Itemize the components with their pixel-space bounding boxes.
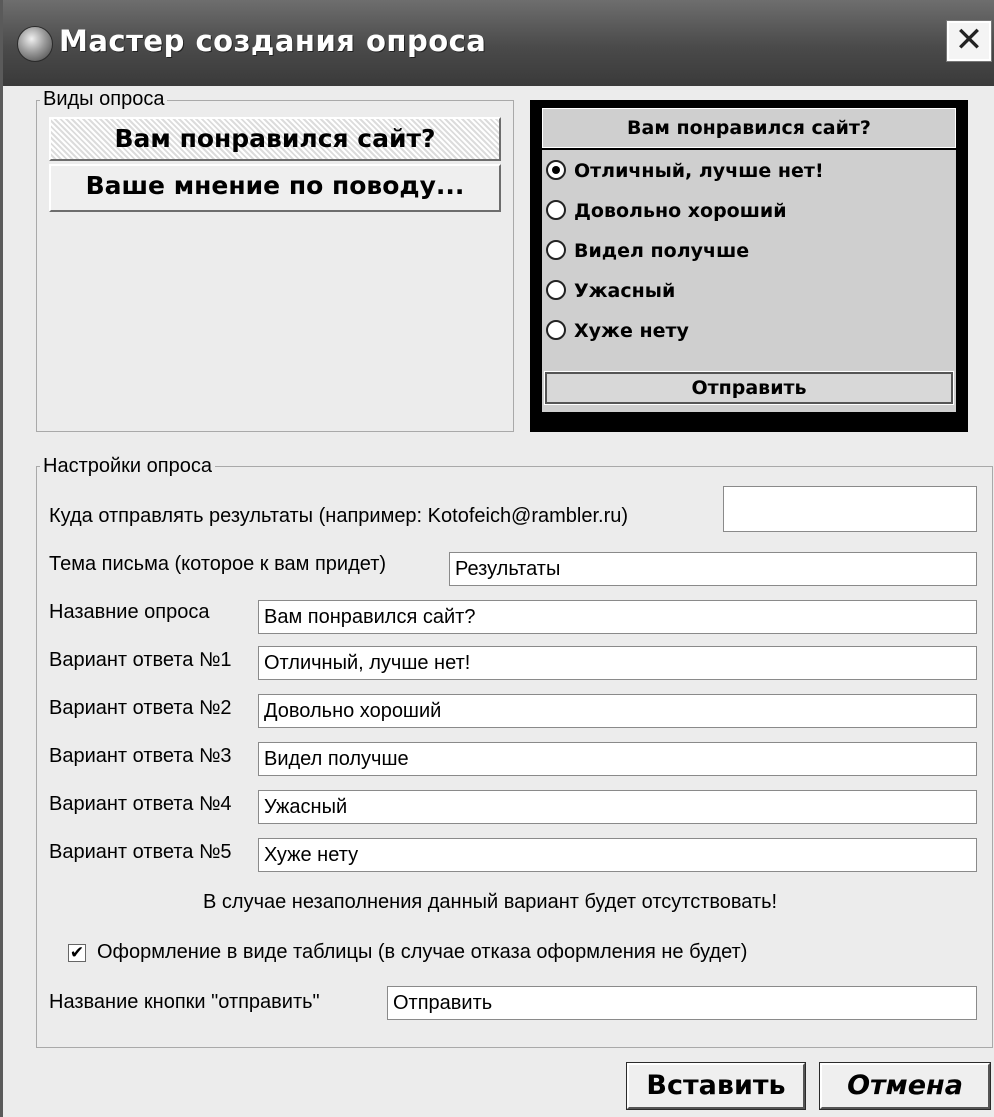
radio-icon[interactable] [546,320,566,340]
email-field[interactable] [723,486,977,532]
survey-settings-legend: Настройки опроса [40,455,215,478]
answer-1-label: Вариант ответа №1 [49,649,232,671]
globe-icon [17,26,53,62]
survey-type-liked-site[interactable]: Вам понравился сайт? [49,117,501,161]
answer-5-field[interactable] [258,838,977,872]
preview-submit-button[interactable]: Отправить [544,371,954,405]
preview-question: Вам понравился сайт? [542,108,956,148]
preview-option-label: Довольно хороший [574,200,787,222]
answer-5-label: Вариант ответа №5 [49,841,232,863]
radio-icon[interactable] [546,200,566,220]
email-label: Куда отправлять результаты (например: Ko… [49,505,629,527]
survey-name-label: Назавние опроса [49,601,210,623]
button-name-label: Название кнопки "отправить" [49,991,320,1013]
radio-icon[interactable] [546,280,566,300]
answer-4-label: Вариант ответа №4 [49,793,232,815]
subject-field[interactable] [449,552,977,586]
preview-option[interactable]: Видел получше [546,236,749,266]
table-layout-label: Оформление в виде таблицы (в случае отка… [97,941,748,963]
preview-option-label: Видел получше [574,240,750,262]
preview-footer: Отправить [542,368,956,412]
preview-options: Отличный, лучше нет! Довольно хороший Ви… [542,150,956,368]
preview-option[interactable]: Отличный, лучше нет! [546,156,824,186]
preview-option-label: Хуже нету [574,320,689,342]
window-title: Мастер создания опроса [59,24,487,58]
answer-2-label: Вариант ответа №2 [49,697,232,719]
subject-label: Тема письма (которое к вам придет) [49,553,387,575]
answer-3-field[interactable] [258,742,977,776]
answer-4-field[interactable] [258,790,977,824]
wizard-window: Мастер создания опроса ✕ Виды опроса Вам… [0,0,994,1117]
answer-2-field[interactable] [258,694,977,728]
button-name-field[interactable] [387,986,977,1020]
preview-option[interactable]: Довольно хороший [546,196,787,226]
preview-option-label: Ужасный [574,280,676,302]
empty-answer-note: В случае незаполнения данный вариант буд… [203,891,778,913]
radio-icon[interactable] [546,240,566,260]
close-button[interactable]: ✕ [946,20,992,62]
survey-types-legend: Виды опроса [40,88,168,111]
preview-option[interactable]: Ужасный [546,276,675,306]
preview-option-label: Отличный, лучше нет! [574,160,824,182]
title-bar[interactable]: Мастер создания опроса ✕ [3,0,994,86]
radio-checked-icon[interactable] [546,160,566,180]
survey-name-field[interactable] [258,600,977,634]
survey-type-opinion[interactable]: Ваше мнение по поводу... [49,164,501,212]
preview-option[interactable]: Хуже нету [546,316,689,346]
table-layout-checkbox[interactable]: ✔ [68,944,86,962]
survey-preview: Вам понравился сайт? Отличный, лучше нет… [530,100,968,432]
answer-3-label: Вариант ответа №3 [49,745,232,767]
insert-button[interactable]: Вставить [626,1062,806,1110]
cancel-button[interactable]: Отмена [819,1062,991,1110]
answer-1-field[interactable] [258,646,977,680]
